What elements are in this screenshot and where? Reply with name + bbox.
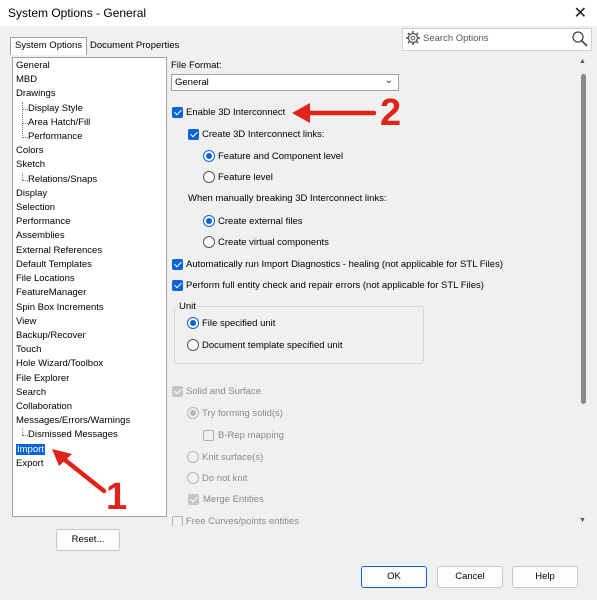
options-scrollbar[interactable]: ▲ ▼ <box>578 58 589 524</box>
scrollbar-thumb[interactable] <box>581 74 586 404</box>
search-placeholder: Search Options <box>423 33 489 44</box>
solid-and-surface-checkbox[interactable] <box>172 386 183 397</box>
tree-item-default-templates[interactable]: Default Templates <box>16 258 92 272</box>
create-external-files-label: Create external files <box>218 216 303 227</box>
tree-item-messages[interactable]: Messages/Errors/Warnings <box>16 414 130 428</box>
brep-mapping-label: B-Rep mapping <box>218 430 285 441</box>
chevron-down-icon: ⌄ <box>384 75 393 86</box>
ok-button[interactable]: OK <box>361 566 427 588</box>
tree-item-export[interactable]: Export <box>16 457 43 471</box>
free-curves-label: Free Curves/points entities <box>186 516 299 526</box>
file-format-value: General <box>175 77 209 88</box>
tree-item-area-hatch[interactable]: Area Hatch/Fill <box>28 116 90 130</box>
tree-item-external-references[interactable]: External References <box>16 244 102 258</box>
feature-component-level-radio[interactable] <box>203 150 215 162</box>
tree-item-dismissed-messages[interactable]: Dismissed Messages <box>28 428 118 442</box>
search-icon[interactable] <box>571 30 589 48</box>
do-not-knit-radio[interactable] <box>187 472 199 484</box>
window-title: System Options - General <box>8 6 147 20</box>
file-format-select[interactable]: General ⌄ <box>171 74 399 91</box>
tree-item-general[interactable]: General <box>16 59 50 73</box>
tree-item-performance[interactable]: Performance <box>16 215 70 229</box>
tree-connector <box>22 102 23 138</box>
full-entity-check-checkbox[interactable] <box>172 280 183 291</box>
feature-component-level-label: Feature and Component level <box>218 151 344 162</box>
cancel-button[interactable]: Cancel <box>437 566 503 588</box>
create-links-checkbox[interactable] <box>188 129 199 140</box>
tree-item-drawings[interactable]: Drawings <box>16 87 56 101</box>
annotation-number-2: 2 <box>380 92 402 134</box>
free-curves-checkbox[interactable] <box>172 516 183 526</box>
tree-connector <box>22 173 23 180</box>
tree-item-assemblies[interactable]: Assemblies <box>16 229 65 243</box>
enable-3d-interconnect-checkbox[interactable] <box>172 107 183 118</box>
annotation-arrow-2 <box>292 103 376 123</box>
tree-item-hole-wizard[interactable]: Hole Wizard/Toolbox <box>16 357 103 371</box>
full-entity-check-label: Perform full entity check and repair err… <box>186 280 484 291</box>
tree-item-relations-snaps[interactable]: Relations/Snaps <box>28 173 97 187</box>
document-template-unit-label: Document template specified unit <box>202 340 343 351</box>
create-external-files-radio[interactable] <box>203 215 215 227</box>
tree-item-colors[interactable]: Colors <box>16 144 43 158</box>
tree-connector <box>22 428 23 435</box>
try-forming-solids-label: Try forming solid(s) <box>202 408 283 419</box>
tree-item-featuremanager[interactable]: FeatureManager <box>16 286 86 300</box>
document-template-unit-radio[interactable] <box>187 339 199 351</box>
tree-item-mbd[interactable]: MBD <box>16 73 37 87</box>
tree-item-collaboration[interactable]: Collaboration <box>16 400 72 414</box>
close-icon[interactable]: ✕ <box>574 3 587 23</box>
tree-item-display[interactable]: Display <box>16 187 47 201</box>
tree-item-spin-box[interactable]: Spin Box Increments <box>16 301 104 315</box>
unit-group <box>174 306 424 364</box>
tree-item-view[interactable]: View <box>16 315 36 329</box>
feature-level-radio[interactable] <box>203 171 215 183</box>
auto-import-diagnostics-checkbox[interactable] <box>172 259 183 270</box>
unit-group-label: Unit <box>178 301 197 312</box>
scroll-up-icon[interactable]: ▲ <box>579 58 586 65</box>
tab-system-options[interactable]: System Options <box>10 37 88 55</box>
gear-icon <box>406 31 420 45</box>
merge-entities-label: Merge Entities <box>203 494 264 505</box>
file-specified-unit-label: File specified unit <box>202 318 276 329</box>
merge-entities-checkbox[interactable] <box>188 494 199 505</box>
auto-import-diagnostics-label: Automatically run Import Diagnostics - h… <box>186 259 503 270</box>
create-virtual-components-radio[interactable] <box>203 236 215 248</box>
annotation-number-1: 1 <box>106 476 128 518</box>
knit-surfaces-radio[interactable] <box>187 451 199 463</box>
tree-item-backup-recover[interactable]: Backup/Recover <box>16 329 86 343</box>
tree-item-display-style[interactable]: Display Style <box>28 102 83 116</box>
annotation-arrow-1 <box>52 449 107 494</box>
tree-item-import[interactable]: Import <box>16 443 45 457</box>
help-button[interactable]: Help <box>512 566 578 588</box>
solid-and-surface-label: Solid and Surface <box>186 386 261 397</box>
tree-item-file-explorer[interactable]: File Explorer <box>16 372 69 386</box>
scroll-down-icon[interactable]: ▼ <box>579 517 586 524</box>
feature-level-label: Feature level <box>218 172 273 183</box>
tree-item-drawings-performance[interactable]: Performance <box>28 130 82 144</box>
do-not-knit-label: Do not knit <box>202 473 248 484</box>
tree-item-search[interactable]: Search <box>16 386 46 400</box>
try-forming-solids-radio[interactable] <box>187 407 199 419</box>
reset-button[interactable]: Reset... <box>56 529 120 551</box>
tab-document-properties[interactable]: Document Properties <box>86 38 183 54</box>
tree-item-selection[interactable]: Selection <box>16 201 55 215</box>
knit-surfaces-label: Knit surface(s) <box>202 452 264 463</box>
enable-3d-interconnect-label: Enable 3D Interconnect <box>186 107 286 118</box>
brep-mapping-checkbox[interactable] <box>203 430 214 441</box>
file-specified-unit-radio[interactable] <box>187 317 199 329</box>
create-virtual-components-label: Create virtual components <box>218 237 329 248</box>
file-format-label: File Format: <box>171 60 222 71</box>
clipped-row: Free Curves/points entities <box>167 513 577 526</box>
create-links-label: Create 3D Interconnect links: <box>202 129 325 140</box>
tree-item-file-locations[interactable]: File Locations <box>16 272 75 286</box>
search-box[interactable]: Search Options <box>402 28 592 51</box>
breaking-links-label: When manually breaking 3D Interconnect l… <box>188 193 387 204</box>
tree-item-touch[interactable]: Touch <box>16 343 41 357</box>
title-bar: System Options - General ✕ <box>0 0 597 26</box>
tree-item-sketch[interactable]: Sketch <box>16 158 45 172</box>
